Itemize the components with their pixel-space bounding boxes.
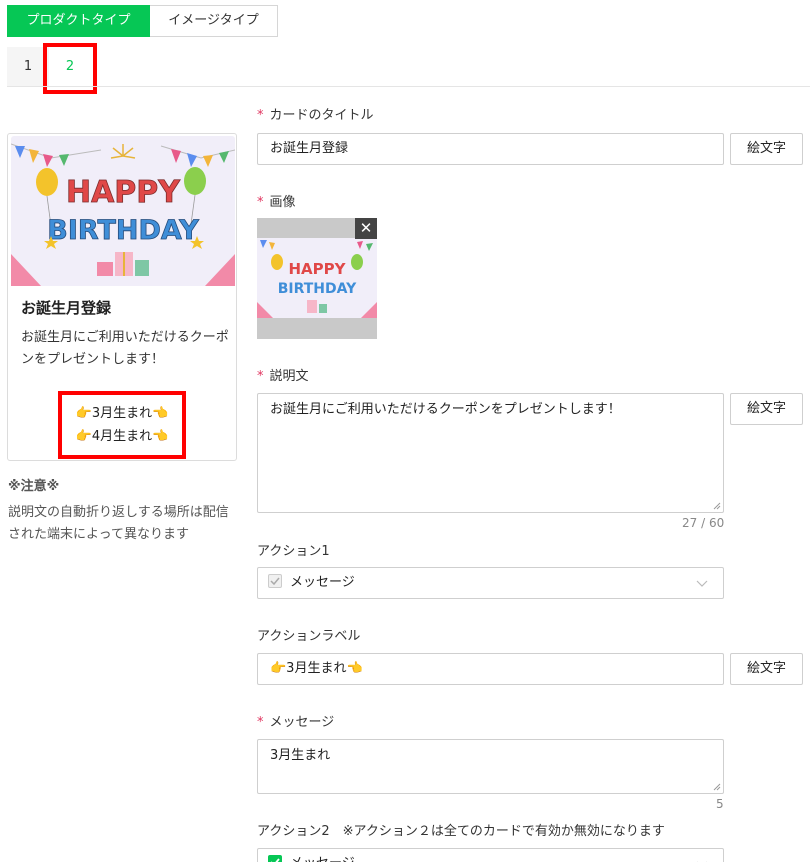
description-value: お誕生月にご利用いただけるクーポンをプレゼントします！: [270, 402, 621, 417]
description-textarea[interactable]: お誕生月にご利用いただけるクーポンをプレゼントします！: [257, 393, 724, 513]
card-page-tabs: 1 2: [7, 47, 91, 87]
description-label-text: 説明文: [269, 369, 309, 384]
type-tabs: プロダクトタイプ イメージタイプ: [7, 5, 278, 37]
card-preview: HAPPY BIRTHDAY お誕生月登録 お誕生月にご利用いただけるクーポンを…: [7, 133, 237, 461]
preview-actions: 👉3月生まれ👈 👉4月生まれ👈: [8, 402, 236, 448]
message-label: * メッセージ: [257, 711, 334, 730]
emoji-button-description[interactable]: 絵文字: [730, 393, 803, 425]
required-mark: *: [257, 195, 264, 210]
divider: [7, 86, 810, 87]
action1-type-select[interactable]: メッセージ: [257, 567, 724, 599]
message-value: 3月生まれ: [270, 748, 331, 763]
close-icon[interactable]: ✕: [355, 218, 377, 239]
tab-image-type[interactable]: イメージタイプ: [150, 5, 278, 37]
action-label-input[interactable]: 👉3月生まれ👈: [257, 653, 724, 685]
description-counter: 27 / 60: [682, 516, 725, 530]
message-textarea[interactable]: 3月生まれ: [257, 739, 724, 794]
action2-type-select[interactable]: メッセージ: [257, 848, 724, 862]
required-mark: *: [257, 369, 264, 384]
message-label-text: メッセージ: [269, 715, 335, 730]
action1-type-value: メッセージ: [290, 575, 355, 590]
card-title-label-text: カードのタイトル: [269, 108, 374, 123]
resize-handle-icon[interactable]: [713, 783, 721, 791]
chevron-down-icon: [696, 580, 708, 587]
required-mark: *: [257, 715, 264, 730]
action1-label: アクション1: [257, 544, 330, 559]
action2-label: アクション2 ※アクション２は全てのカードで有効か無効になります: [257, 824, 665, 839]
card-title-input[interactable]: お誕生月登録: [257, 133, 724, 165]
chevron-down-icon: [697, 861, 707, 862]
checkbox-icon: [268, 574, 282, 588]
preview-action-1[interactable]: 👉3月生まれ👈: [8, 402, 236, 425]
resize-handle-icon[interactable]: [713, 502, 721, 510]
card-title-label: * カードのタイトル: [257, 104, 374, 123]
tab-product-type[interactable]: プロダクトタイプ: [7, 5, 150, 37]
emoji-button-title[interactable]: 絵文字: [730, 133, 803, 165]
birthday-image: HAPPY BIRTHDAY: [11, 136, 235, 286]
image-label: * 画像: [257, 191, 296, 210]
note-title: ※注意※: [8, 479, 60, 494]
preview-action-2[interactable]: 👉4月生まれ👈: [8, 425, 236, 448]
thumb-text-happy: HAPPY: [288, 260, 346, 278]
note-body: 説明文の自動折り返しする場所は配信された端末によって異なります: [8, 505, 229, 542]
checkbox-checked-icon: [268, 855, 282, 862]
thumb-text-birthday: BIRTHDAY: [278, 281, 357, 297]
action2-type-value: メッセージ: [290, 856, 355, 862]
required-mark: *: [257, 108, 264, 123]
card-tab-1[interactable]: 1: [7, 47, 49, 87]
emoji-button-action-label[interactable]: 絵文字: [730, 653, 803, 685]
image-label-text: 画像: [269, 195, 296, 210]
action-label-label: アクションラベル: [257, 629, 361, 644]
preview-title: お誕生月登録: [21, 299, 112, 317]
preview-description: お誕生月にご利用いただけるクーポンをプレゼントします！: [21, 330, 229, 367]
card-tab-2[interactable]: 2: [49, 47, 91, 87]
message-counter: 5: [716, 797, 724, 811]
image-text-birthday: BIRTHDAY: [47, 215, 199, 246]
image-text-happy: HAPPY: [66, 175, 181, 210]
description-label: * 説明文: [257, 365, 309, 384]
